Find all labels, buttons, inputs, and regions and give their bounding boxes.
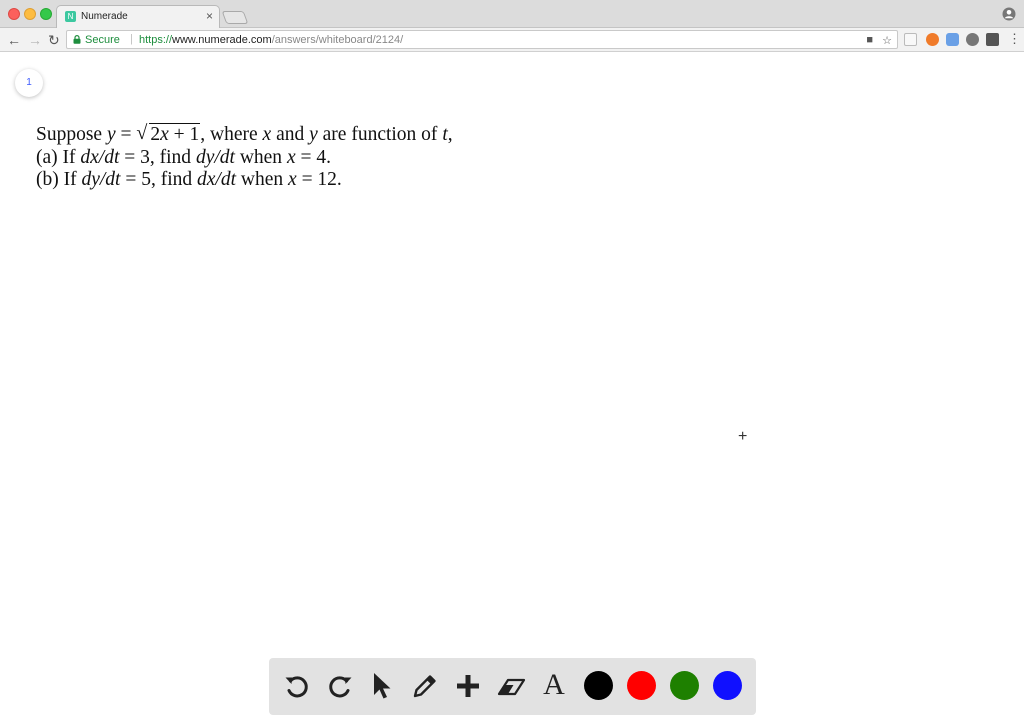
line3-text-2: = 5, find [120,169,198,190]
var-x: x [262,124,272,145]
puzzle-extension-icon[interactable] [986,33,999,46]
blue-extension-icon[interactable] [946,33,959,46]
back-arrow-icon[interactable]: ← [7,32,21,48]
problem-line-1: Suppose y = √ 2x + 1, where x and y are f… [36,122,736,147]
line3-text-1: (b) If [36,169,82,190]
line1-text-3: , where [200,124,263,145]
problem-line-3: (b) If dy/dt = 5, find dx/dt when x = 12… [36,169,736,192]
browser-tab[interactable]: N Numerade × [56,5,220,28]
undo-icon[interactable] [281,670,313,702]
line1-text-6: , [447,124,453,145]
redo-icon[interactable] [324,670,356,702]
color-green-swatch[interactable] [670,671,699,700]
line2-text-4: = 4. [295,146,331,168]
var-y-2: y [309,124,318,145]
line2-text-2: = 3, find [119,146,196,168]
line3-deriv-1: dy/dt [81,169,121,190]
profile-icon[interactable] [1002,7,1016,21]
url-separator: | [130,33,133,45]
url-path: /answers/whiteboard/2124/ [271,34,404,46]
radicand-coef: 2 [150,124,161,145]
tab-close-icon[interactable]: × [206,9,213,23]
line1-text-4: and [271,124,310,145]
sqrt-expression: √ 2x + 1 [136,122,201,147]
line1-text-1: Suppose [36,124,107,145]
var-y: y [106,124,116,145]
reload-icon[interactable]: ↻ [48,32,60,48]
browser-toolbar: ← → ↻ Secure | https://www.numerade.com/… [0,28,1024,52]
window-close-button[interactable] [8,8,20,20]
secure-label: Secure [85,34,120,46]
url-host: www.numerade.com [172,34,272,46]
browser-menu-icon[interactable]: ⋮ [1008,31,1021,47]
gray-extension-icon[interactable] [966,33,979,46]
line1-text-5: are function of [317,124,443,145]
orange-extension-icon[interactable] [926,33,939,46]
line2-text-3: when [234,146,287,168]
tab-title: Numerade [81,11,128,22]
window-maximize-button[interactable] [40,8,52,20]
page-number-badge[interactable]: 1 [15,69,43,97]
color-red-swatch[interactable] [627,671,656,700]
forward-arrow-icon[interactable]: → [28,32,42,48]
url-text[interactable]: https://www.numerade.com/answers/whitebo… [139,34,403,46]
select-arrow-icon[interactable] [366,670,398,702]
url-scheme: https:// [139,34,173,46]
line3-text-4: = 12. [296,169,342,190]
line2-deriv-2: dy/dt [195,146,235,168]
pen-icon[interactable] [409,670,441,702]
line2-deriv-1: dx/dt [80,146,120,168]
radicand-var: x [160,124,169,145]
line3-deriv-2: dx/dt [197,169,237,190]
eraser-icon[interactable] [495,670,527,702]
problem-line-2: (a) If dx/dt = 3, find dy/dt when x = 4. [36,147,736,170]
color-blue-swatch[interactable] [713,671,742,700]
text-tool-icon[interactable]: A [538,668,570,701]
problem-statement: Suppose y = √ 2x + 1, where x and y are f… [36,122,736,192]
lock-icon [73,35,81,44]
line2-var: x [286,146,296,168]
address-bar[interactable]: Secure | https://www.numerade.com/answer… [66,30,898,49]
radicand: 2x + 1 [149,123,201,145]
line2-text-1: (a) If [36,146,81,168]
camera-icon[interactable]: ■ [866,34,873,46]
color-black-swatch[interactable] [584,671,613,700]
new-tab-button[interactable] [221,11,249,24]
numerade-favicon-icon: N [65,11,76,22]
radicand-const: + 1 [168,124,200,145]
window-minimize-button[interactable] [24,8,36,20]
line1-equals: = [115,124,137,145]
line3-var: x [288,169,297,190]
cast-extension-icon[interactable] [904,33,917,46]
line3-text-3: when [236,169,289,190]
title-bar: N Numerade × [0,0,1024,28]
crosshair-cursor-icon: + [738,428,748,445]
add-plus-icon[interactable] [452,670,484,702]
bookmark-star-icon[interactable]: ☆ [882,34,892,47]
drawing-toolbar: A [269,658,756,715]
radical-sign: √ [136,122,148,144]
